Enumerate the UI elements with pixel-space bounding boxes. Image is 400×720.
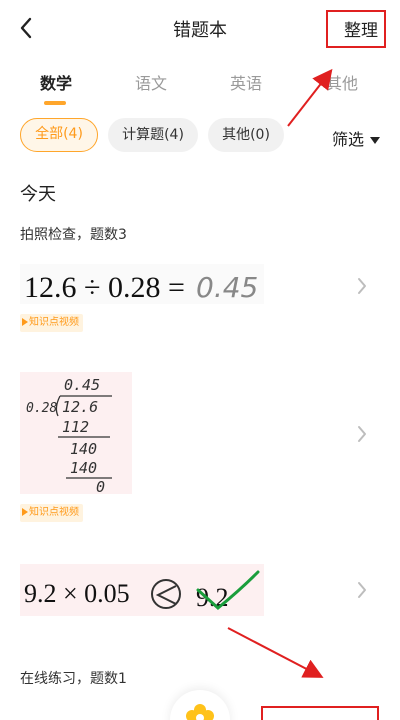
annotation-arrow-up xyxy=(287,68,333,127)
annotation-arrows xyxy=(227,68,333,678)
annotation-arrow-down xyxy=(227,627,324,678)
